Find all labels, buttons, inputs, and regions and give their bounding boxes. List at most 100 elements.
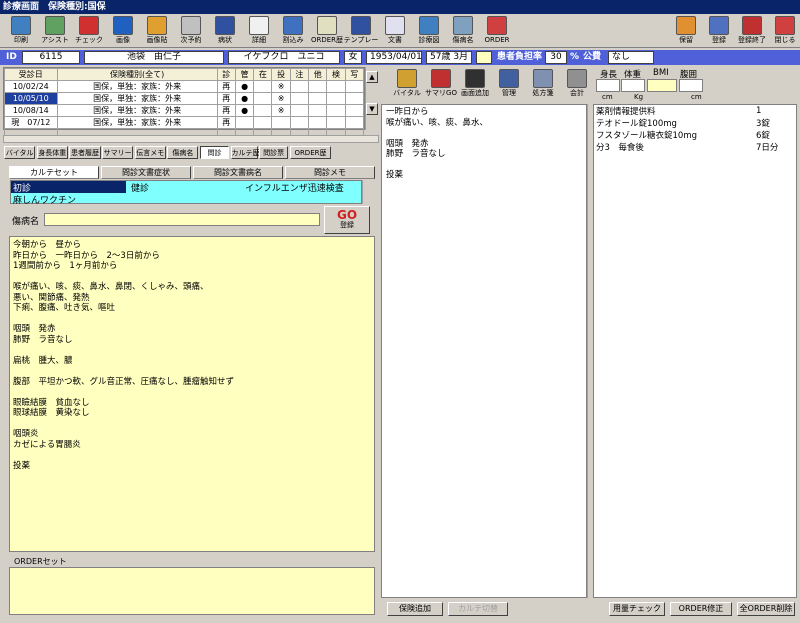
- karte-switch-button[interactable]: カルテ切替: [448, 602, 508, 616]
- toolbar-button-5[interactable]: 次予約: [173, 15, 209, 47]
- toolbar-button-9[interactable]: ORDER歴: [309, 15, 345, 47]
- order-set-area[interactable]: [9, 567, 375, 615]
- toolbar-button-8[interactable]: 割込み: [275, 15, 311, 47]
- set-item[interactable]: インフルエンザ迅速検査: [245, 181, 363, 194]
- mid-toolbar-button-5[interactable]: 会計: [559, 68, 595, 100]
- table-row[interactable]: 10/08/14 国保，単独：家族：外来再 ● ※: [4, 104, 365, 117]
- order-row[interactable]: フスタゾール糖衣錠10mg 6錠: [594, 129, 794, 141]
- history-cell: [289, 80, 310, 93]
- toolbar-right-button-3[interactable]: 閉じる: [767, 15, 800, 47]
- history-cell: 10/05/10: [4, 92, 58, 105]
- today-karte-text[interactable]: 一昨日から 喉が痛い、咳、痰、鼻水、 咽頭 発赤 肺野 ラ音なし 投薬: [386, 107, 582, 181]
- karte-set-list[interactable]: 初診 健診 インフルエンザ迅速検査 麻しんワクチン: [10, 180, 363, 206]
- tab-2[interactable]: 問診文書病名: [193, 166, 283, 179]
- disease-input[interactable]: [44, 213, 320, 226]
- order-list[interactable]: 薬剤情報提供料 1 テオドール錠100mg 3錠 フスタゾール糖衣錠10mg 6錠 分3 毎…: [593, 104, 797, 598]
- order-delete-all-button[interactable]: 全ORDER削除: [737, 602, 795, 616]
- insurance-add-button[interactable]: 保険追加: [387, 602, 443, 616]
- karte-text[interactable]: 今朝から 昼から 昨日から 一昨日から 2～3日前から 1週間前から 1ヶ月前か…: [13, 240, 371, 471]
- toolbar-button-6[interactable]: 病状: [207, 15, 243, 47]
- history-cell: [344, 104, 365, 117]
- history-cell: [308, 104, 328, 117]
- order-name: 薬剤情報提供料: [596, 107, 656, 117]
- bmi-input[interactable]: [647, 79, 677, 92]
- set-list-scrollbar[interactable]: [362, 180, 372, 204]
- toolbar-right-button-1[interactable]: 登録: [701, 15, 737, 47]
- image-icon: [113, 16, 133, 35]
- splitter[interactable]: [3, 135, 379, 143]
- history-header: 在: [253, 68, 273, 81]
- dose-check-button[interactable]: 用量チェック: [609, 602, 665, 616]
- set-item[interactable]: 健診: [129, 181, 239, 194]
- table-row[interactable]: 現 07/12 国保，単独：家族：外来再: [4, 116, 365, 129]
- tab-1[interactable]: 問診文書症状: [101, 166, 191, 179]
- mini-button-9[interactable]: ORDER歴: [289, 146, 332, 159]
- mini-button-2[interactable]: 患者履歴: [69, 146, 101, 159]
- mid-toolbar-button-3[interactable]: 管理: [491, 68, 527, 100]
- patient-age: 57歳 3月: [426, 51, 472, 64]
- waist-input[interactable]: [679, 79, 703, 92]
- disease-register-button[interactable]: GO 登録: [324, 206, 370, 234]
- toolbar-button-13[interactable]: 傷病名: [445, 15, 481, 47]
- mini-button-3[interactable]: サマリー: [102, 146, 134, 159]
- history-scrollbar[interactable]: ▲ ▼: [365, 67, 379, 130]
- toolbar-button-11[interactable]: 文書: [377, 15, 413, 47]
- mid-toolbar-button-1[interactable]: サマリGO: [423, 68, 459, 100]
- toolbar-button-4[interactable]: 画像貼: [139, 15, 175, 47]
- history-cell: ※: [271, 80, 291, 93]
- mini-button-5[interactable]: 傷病名: [167, 146, 199, 159]
- scroll-down-icon[interactable]: ▼: [366, 103, 378, 115]
- set-item[interactable]: 麻しんワクチン: [11, 193, 126, 206]
- history-cell: ※: [271, 92, 291, 105]
- toolbar-button-3[interactable]: 画像: [105, 15, 141, 47]
- mini-button-4[interactable]: 伝言メモ: [134, 146, 166, 159]
- mini-button-7[interactable]: カルテ歴: [230, 146, 260, 159]
- tab-0[interactable]: カルテセット: [9, 166, 99, 179]
- toolbar-button-7[interactable]: 詳細: [241, 15, 277, 47]
- karte-text-area[interactable]: 今朝から 昼から 昨日から 一昨日から 2～3日前から 1週間前から 1ヶ月前か…: [9, 236, 375, 552]
- mid-toolbar-button-4[interactable]: 処方箋: [525, 68, 561, 100]
- brush-icon: [397, 69, 417, 88]
- history-cell: ●: [234, 92, 255, 105]
- history-cell: ●: [234, 80, 255, 93]
- toolbar-button-14[interactable]: ORDER: [479, 15, 515, 47]
- toolbar-label: 閉じる: [774, 36, 796, 44]
- history-header: 投: [271, 68, 291, 81]
- history-cell: 国保，単独：家族：外来: [56, 80, 218, 93]
- set-item[interactable]: 初診: [11, 181, 126, 194]
- order-row[interactable]: 薬剤情報提供料 1: [594, 105, 794, 117]
- toolbar-label: 割込み: [282, 36, 304, 44]
- order-name: フスタゾール糖衣錠10mg: [596, 131, 697, 141]
- order-row[interactable]: テオドール錠100mg 3錠: [594, 117, 794, 129]
- close-door-icon: [775, 16, 795, 35]
- mid-toolbar-button-2[interactable]: 画面追加: [457, 68, 493, 100]
- toolbar-button-12[interactable]: 診療図: [411, 15, 447, 47]
- mid-toolbar-button-0[interactable]: バイタル: [389, 68, 425, 100]
- mini-button-1[interactable]: 身長体重: [36, 146, 68, 159]
- mini-button-8[interactable]: 問診票: [259, 146, 289, 159]
- toolbar-button-0[interactable]: 印刷: [3, 15, 39, 47]
- order-row[interactable]: 分3 毎食後 7日分: [594, 141, 794, 153]
- toolbar-button-1[interactable]: アシスト: [37, 15, 73, 47]
- scroll-up-icon[interactable]: ▲: [366, 71, 378, 83]
- mini-button-6[interactable]: 問診: [199, 146, 230, 159]
- printer-icon: [11, 16, 31, 35]
- order-fix-button[interactable]: ORDER修正: [670, 602, 732, 616]
- today-karte-area[interactable]: 一昨日から 喉が痛い、咳、痰、鼻水、 咽頭 発赤 肺野 ラ音なし 投薬: [381, 104, 587, 598]
- template-icon: [351, 16, 371, 35]
- summary-go-icon: [431, 69, 451, 88]
- toolbar-right-button-0[interactable]: 保留: [668, 15, 704, 47]
- height-input[interactable]: [596, 79, 620, 92]
- weight-input[interactable]: [621, 79, 645, 92]
- clock-icon: [181, 16, 201, 35]
- history-cell: [308, 116, 328, 129]
- tab-3[interactable]: 問診メモ: [285, 166, 375, 179]
- table-row[interactable]: 10/05/10 国保，単独：家族：外来再 ● ※: [4, 92, 365, 105]
- mini-button-0[interactable]: バイタル: [4, 146, 36, 159]
- toolbar-right-button-2[interactable]: 登録終了: [734, 15, 770, 47]
- toolbar-button-2[interactable]: チェック: [71, 15, 107, 47]
- toolbar-label: バイタル: [393, 89, 421, 97]
- table-row[interactable]: 10/02/24 国保，単独：家族：外来再 ● ※: [4, 80, 365, 93]
- visit-history-table[interactable]: 受診日 保険種別(全て) 診管在投注他検写 10/02/24 国保，単独：家族：外来再…: [3, 67, 365, 141]
- toolbar-button-10[interactable]: テンプレー: [343, 15, 379, 47]
